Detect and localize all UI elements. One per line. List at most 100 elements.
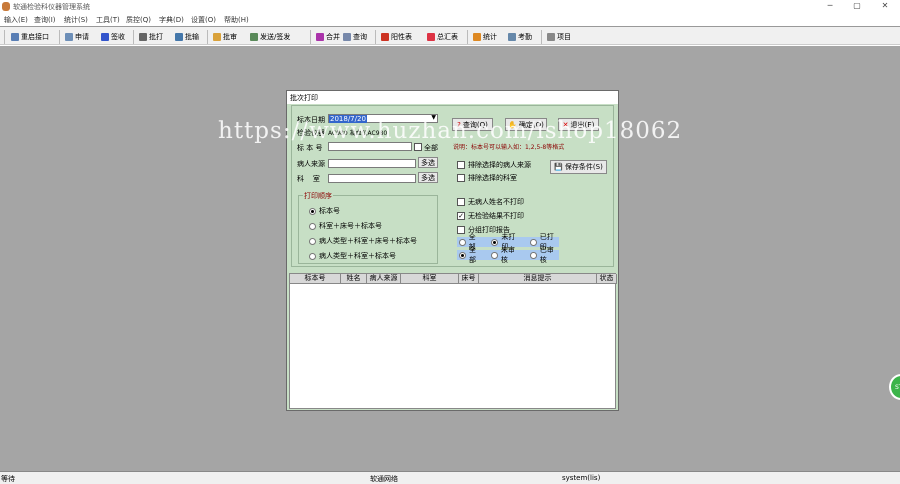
toolbar-button[interactable]: 考勤 bbox=[508, 31, 532, 43]
ok-label: 确定(O) bbox=[518, 120, 544, 129]
filter-checkbox[interactable]: 无病人姓名不打印 bbox=[457, 197, 524, 207]
toolbar-button[interactable]: 批输 bbox=[175, 31, 199, 43]
checkbox-box[interactable] bbox=[457, 226, 465, 234]
save-conditions-button[interactable]: 💾 保存条件(S) bbox=[550, 160, 607, 174]
query-button[interactable]: ? 查询(Q) bbox=[452, 118, 493, 131]
toolbar-separator bbox=[467, 30, 468, 44]
checkbox-box[interactable] bbox=[457, 174, 465, 182]
filter-checkbox[interactable]: 排除选择的病人来源 bbox=[457, 160, 531, 170]
filter-checkbox[interactable]: 排除选择的科室 bbox=[457, 173, 517, 183]
chevron-down-icon[interactable]: ▼ bbox=[431, 114, 436, 121]
query-icon bbox=[343, 33, 351, 41]
toolbar-button[interactable]: 阳性表 bbox=[381, 31, 412, 43]
checkbox-box[interactable] bbox=[457, 198, 465, 206]
title-bar: 软通检验科仪器管理系统 ─ ▢ ✕ bbox=[0, 0, 900, 13]
print-order-title: 打印顺序 bbox=[303, 191, 333, 201]
sample-date-combo[interactable]: 2018/7/20 ▼ bbox=[328, 114, 438, 123]
toolbar-separator bbox=[59, 30, 60, 44]
audit-status-filter: 全部 未审核 已审核 bbox=[457, 246, 559, 264]
filter-checkbox[interactable]: 分组打印报告 bbox=[457, 225, 510, 235]
checkbox-label: 无病人姓名不打印 bbox=[468, 198, 524, 206]
toolbar-button[interactable]: 批打 bbox=[139, 31, 163, 43]
radio-indicator[interactable] bbox=[491, 251, 498, 259]
toolbar-button[interactable]: 发送/签发 bbox=[250, 31, 290, 43]
radio-indicator[interactable] bbox=[309, 207, 316, 215]
toolbar-button[interactable]: 统计 bbox=[473, 31, 497, 43]
batch-input-icon bbox=[175, 33, 183, 41]
exit-label: 退出(E) bbox=[570, 120, 595, 129]
menu-item[interactable]: 查询(I) bbox=[34, 15, 56, 25]
menu-bar: 输入(E) 查询(I) 统计(S) 工具(T) 质控(Q) 字典(D) 设置(O) 帮助(H) bbox=[0, 13, 900, 25]
radio-label: 未审核 bbox=[500, 246, 515, 264]
toolbar-button-label: 批输 bbox=[185, 33, 199, 41]
radio-indicator[interactable] bbox=[459, 251, 466, 259]
project-icon bbox=[547, 33, 555, 41]
minimize-button[interactable]: ─ bbox=[820, 1, 840, 10]
sample-no-input[interactable] bbox=[328, 142, 412, 151]
toolbar-button[interactable]: 申请 bbox=[65, 31, 89, 43]
maximize-button[interactable]: ▢ bbox=[847, 1, 867, 10]
radio-indicator[interactable] bbox=[309, 237, 316, 245]
toolbar-button[interactable]: 项目 bbox=[547, 31, 571, 43]
print-order-radio[interactable]: 病人类型＋科室＋床号＋标本号 bbox=[309, 236, 417, 246]
radio-indicator[interactable] bbox=[309, 252, 316, 260]
save-icon: 💾 bbox=[554, 163, 563, 171]
toolbar-button-label: 合并 bbox=[326, 33, 340, 41]
radio-indicator[interactable] bbox=[309, 222, 316, 230]
result-grid[interactable]: 标本号 姓名 病人来源 科室 床号 消息提示 状态 bbox=[289, 273, 617, 409]
status-radio[interactable]: 已审核 bbox=[530, 245, 559, 265]
instrument-value[interactable]: AC980 凝血仪AC980 bbox=[328, 128, 387, 137]
print-order-radio[interactable]: 标本号 bbox=[309, 206, 417, 216]
toolbar-button-label: 考勤 bbox=[518, 33, 532, 41]
all-checkbox[interactable] bbox=[414, 143, 422, 151]
toolbar-button[interactable]: 签收 bbox=[101, 31, 125, 43]
menu-item[interactable]: 设置(O) bbox=[191, 15, 216, 25]
status-radio[interactable]: 未审核 bbox=[491, 245, 520, 265]
print-order-radio[interactable]: 科室＋床号＋标本号 bbox=[309, 221, 417, 231]
column-header[interactable]: 状态 bbox=[597, 274, 617, 284]
ok-button[interactable]: ✋ 确定(O) bbox=[505, 118, 547, 131]
sign-icon bbox=[101, 33, 109, 41]
menu-item[interactable]: 统计(S) bbox=[64, 15, 88, 25]
filter-checkbox[interactable]: ✓ 无检验结果不打印 bbox=[457, 211, 524, 221]
column-header[interactable]: 科室 bbox=[401, 274, 459, 284]
source-multi-button[interactable]: 多选 bbox=[418, 157, 438, 168]
dept-multi-button[interactable]: 多选 bbox=[418, 172, 438, 183]
checkbox-label: 分组打印报告 bbox=[468, 226, 510, 234]
status-user: system(lis) bbox=[562, 474, 601, 482]
app-icon bbox=[2, 2, 10, 11]
toolbar-button[interactable]: 批审 bbox=[213, 31, 237, 43]
toolbar-separator bbox=[133, 30, 134, 44]
menu-item[interactable]: 输入(E) bbox=[4, 15, 28, 25]
request-icon bbox=[65, 33, 73, 41]
close-button[interactable]: ✕ bbox=[875, 1, 895, 10]
exit-button[interactable]: ✕ 退出(E) bbox=[558, 118, 599, 131]
dept-input[interactable] bbox=[328, 174, 416, 183]
toolbar-separator bbox=[310, 30, 311, 44]
column-header[interactable]: 标本号 bbox=[290, 274, 341, 284]
menu-item[interactable]: 帮助(H) bbox=[224, 15, 249, 25]
status-radio[interactable]: 全部 bbox=[459, 245, 481, 265]
column-header[interactable]: 姓名 bbox=[341, 274, 367, 284]
toolbar-button[interactable]: 查询 bbox=[343, 31, 367, 43]
toolbar-button-label: 签收 bbox=[111, 33, 125, 41]
toolbar-separator bbox=[541, 30, 542, 44]
toolbar-button[interactable]: 总汇表 bbox=[427, 31, 458, 43]
checkmark-icon[interactable]: ✓ bbox=[457, 212, 465, 220]
toolbar-separator bbox=[375, 30, 376, 44]
column-header[interactable]: 病人来源 bbox=[367, 274, 401, 284]
toolbar-button[interactable]: 重启接口 bbox=[11, 31, 49, 43]
column-header[interactable]: 床号 bbox=[459, 274, 479, 284]
menu-item[interactable]: 工具(T) bbox=[96, 15, 120, 25]
toolbar-button-label: 发送/签发 bbox=[260, 33, 291, 41]
column-header[interactable]: 消息提示 bbox=[479, 274, 597, 284]
menu-item[interactable]: 质控(Q) bbox=[126, 15, 151, 25]
toolbar-button[interactable]: 合并 bbox=[316, 31, 340, 43]
menu-item[interactable]: 字典(D) bbox=[159, 15, 184, 25]
checkbox-box[interactable] bbox=[457, 161, 465, 169]
source-input[interactable] bbox=[328, 159, 416, 168]
instrument-label: 检验仪器 bbox=[297, 129, 325, 137]
print-order-radio[interactable]: 病人类型＋科室＋标本号 bbox=[309, 251, 417, 261]
print-order-options: 标本号科室＋床号＋标本号 病人类型＋科室＋床号＋标本号 病人类型＋科室＋标本号 bbox=[309, 206, 417, 261]
radio-indicator[interactable] bbox=[530, 251, 537, 259]
